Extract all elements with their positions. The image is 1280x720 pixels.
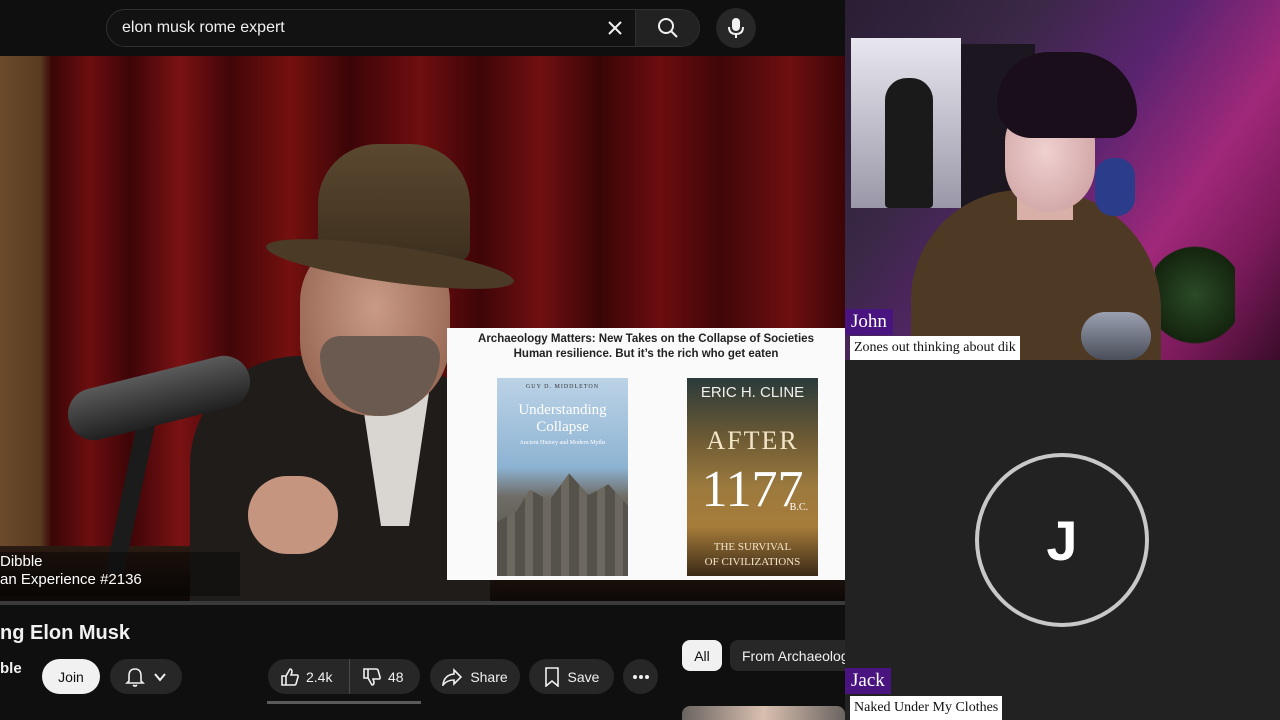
- search-icon: [657, 18, 678, 38]
- participant-name-john: John: [845, 309, 893, 335]
- mic-icon: [728, 18, 744, 38]
- save-button[interactable]: Save: [529, 659, 614, 694]
- notifications-button[interactable]: [110, 659, 182, 694]
- share-label: Share: [470, 668, 508, 685]
- share-icon: [442, 667, 463, 686]
- avatar: J: [975, 453, 1149, 627]
- search-button[interactable]: [635, 10, 699, 46]
- book2-era: B.C.: [789, 502, 808, 513]
- plant: [1155, 240, 1235, 350]
- participant-name-jack: Jack: [845, 668, 891, 694]
- search-bar: [106, 9, 700, 47]
- book2-subtitle: THE SURVIVAL OF CIVILIZATIONS: [687, 540, 818, 570]
- close-icon: [608, 21, 622, 35]
- book-cover-after-1177: ERIC H. CLINE AFTER 1177 B.C. THE SURVIV…: [687, 378, 818, 576]
- webcam-john: John Zones out thinking about dik: [845, 0, 1280, 360]
- lower-third-episode: an Experience #2136: [0, 571, 142, 588]
- participant-status-john: Zones out thinking about dik: [850, 336, 1020, 360]
- clear-search-button[interactable]: [595, 10, 635, 46]
- bookmark-icon: [544, 666, 559, 687]
- book1-author: GUY D. MIDDLETON: [525, 384, 600, 390]
- webcam-jack: J Jack Naked Under My Clothes: [845, 360, 1280, 720]
- book1-subtitle: Ancient History and Modern Myths: [519, 440, 606, 446]
- channel-name[interactable]: ble: [0, 660, 22, 677]
- overlay-title: Archaeology Matters: New Takes on the Co…: [447, 332, 845, 362]
- book-cover-understanding-collapse: GUY D. MIDDLETON Understanding Collapse …: [497, 378, 628, 576]
- participant-status-jack: Naked Under My Clothes: [850, 696, 1003, 720]
- save-label: Save: [567, 668, 600, 685]
- john-hair: [997, 52, 1137, 138]
- dislike-button[interactable]: 48: [350, 667, 420, 687]
- bell-icon: [125, 667, 145, 687]
- youtube-capture: Dibble an Experience #2136 Archaeology M…: [0, 0, 845, 720]
- voice-search-button[interactable]: [716, 8, 756, 48]
- guest-hand: [248, 476, 338, 554]
- more-actions-button[interactable]: [623, 659, 658, 694]
- related-video-thumbnail[interactable]: [682, 706, 845, 720]
- john-microphone: [1081, 312, 1151, 360]
- headset: [1095, 158, 1135, 216]
- share-button[interactable]: Share: [430, 659, 520, 694]
- book-overlay: Archaeology Matters: New Takes on the Co…: [447, 328, 845, 580]
- video-player[interactable]: Dibble an Experience #2136 Archaeology M…: [0, 56, 845, 604]
- overlay-title-line2: Human resilience. But it’s the rich who …: [513, 348, 779, 360]
- book2-title: AFTER: [706, 426, 799, 455]
- like-count: 2.4k: [306, 668, 333, 685]
- search-input[interactable]: [107, 10, 595, 46]
- like-button[interactable]: 2.4k: [268, 659, 350, 694]
- thumbs-down-icon: [363, 667, 381, 686]
- temple-illustration: [497, 473, 628, 576]
- video-title: ng Elon Musk: [0, 622, 130, 644]
- book2-subtitle-line1: THE SURVIVAL: [713, 541, 792, 553]
- like-bar: [267, 701, 421, 704]
- like-dislike-group: 2.4k 48: [268, 659, 420, 694]
- video-progress-track[interactable]: [0, 601, 845, 605]
- overlay-title-line1: Archaeology Matters: New Takes on the Co…: [478, 333, 814, 345]
- more-icon: [632, 674, 649, 679]
- dislike-count: 48: [388, 668, 404, 685]
- lower-third-name: Dibble: [0, 553, 43, 570]
- join-button[interactable]: Join: [42, 659, 100, 694]
- book1-title: Understanding Collapse: [518, 402, 607, 435]
- poster-figure: [885, 78, 933, 208]
- chevron-down-icon: [154, 672, 166, 682]
- chip-all[interactable]: All: [682, 640, 722, 671]
- chip-from-channel[interactable]: From Archaeolog: [730, 640, 845, 671]
- book2-author: ERIC H. CLINE: [700, 384, 805, 401]
- book2-subtitle-line2: OF CIVILIZATIONS: [704, 556, 801, 568]
- thumbs-up-icon: [281, 667, 299, 686]
- wall-poster: [851, 38, 961, 208]
